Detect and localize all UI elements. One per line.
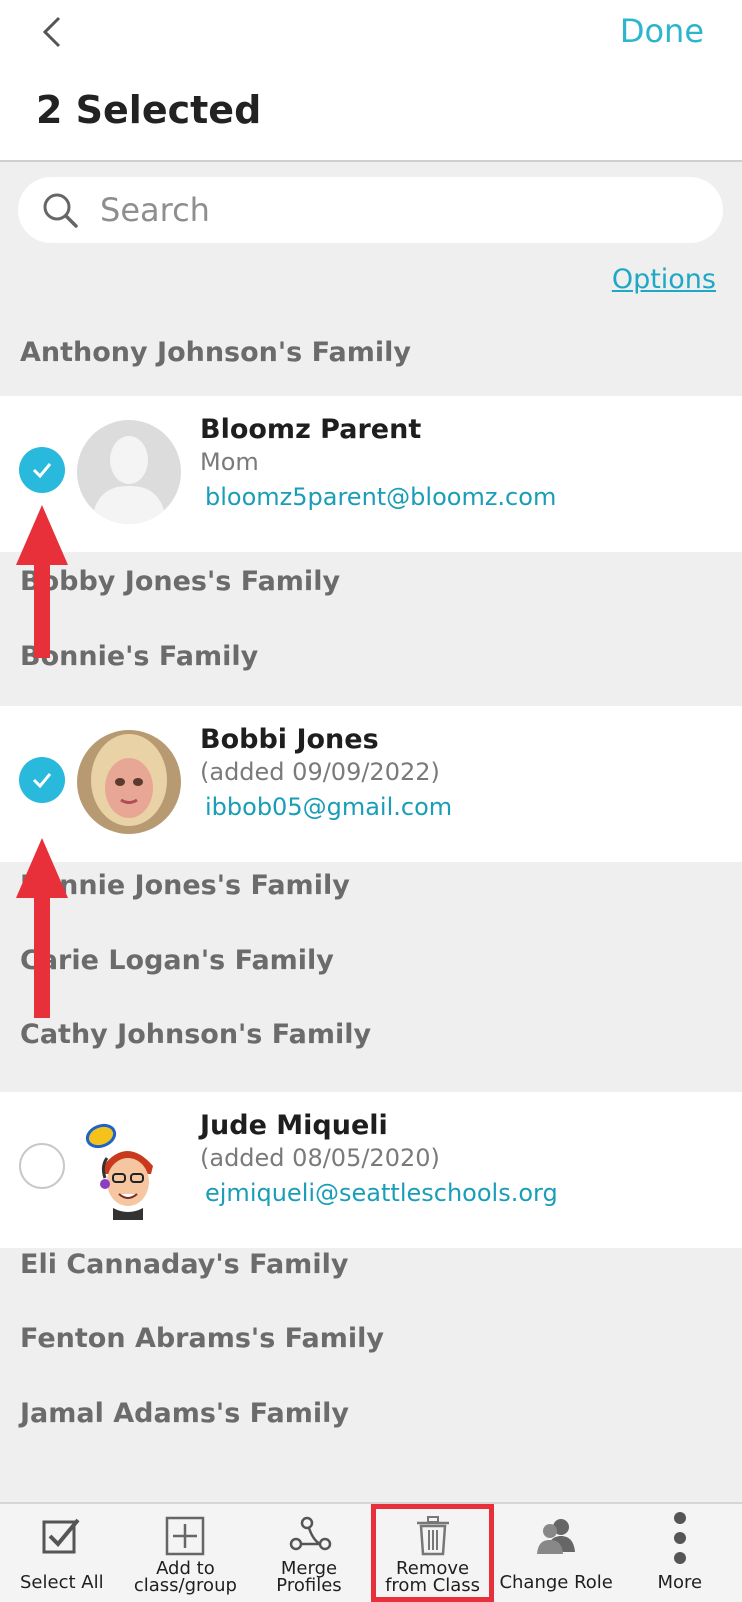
search-icon xyxy=(43,193,78,228)
family-header[interactable]: Cathy Johnson's Family xyxy=(20,1019,371,1050)
member-subtitle: (added 09/09/2022) xyxy=(200,758,440,786)
member-email[interactable]: ejmiqueli@seattleschools.org xyxy=(205,1179,558,1207)
remove-from-class-button[interactable]: Remove from Class xyxy=(370,1504,495,1602)
family-header[interactable]: Eli Cannaday's Family xyxy=(20,1249,348,1280)
done-button[interactable]: Done xyxy=(620,12,704,50)
avatar xyxy=(77,1116,181,1220)
checkbox-unchecked[interactable] xyxy=(19,1143,65,1189)
change-role-button[interactable]: Change Role xyxy=(494,1504,618,1602)
more-label: More xyxy=(657,1572,703,1593)
member-card[interactable]: Bobbi Jones (added 09/09/2022) ibbob05@g… xyxy=(0,706,742,862)
more-vertical-icon xyxy=(673,1512,686,1564)
add-square-icon xyxy=(166,1516,205,1556)
merge-label: Merge Profiles xyxy=(247,1560,371,1596)
page-title: 2 Selected xyxy=(36,88,262,132)
header: Done 2 Selected xyxy=(0,0,742,162)
change-role-label: Change Role xyxy=(499,1572,613,1593)
checkbox-checked[interactable] xyxy=(19,757,65,803)
checkmark-icon xyxy=(32,773,52,789)
search-input[interactable] xyxy=(98,190,662,230)
checkbox-check-icon xyxy=(42,1518,80,1554)
select-all-button[interactable]: Select All xyxy=(0,1504,124,1602)
back-button[interactable] xyxy=(32,12,72,52)
family-header[interactable]: Fenton Abrams's Family xyxy=(20,1323,384,1354)
search-bar[interactable] xyxy=(18,177,723,243)
bottom-toolbar: Select All Add to class/group Merge Prof… xyxy=(0,1502,742,1602)
avatar xyxy=(77,730,181,834)
member-card[interactable]: Jude Miqueli (added 08/05/2020) ejmiquel… xyxy=(0,1092,742,1248)
member-email[interactable]: bloomz5parent@bloomz.com xyxy=(205,483,556,511)
merge-profiles-button[interactable]: Merge Profiles xyxy=(247,1504,371,1602)
annotation-arrow-icon xyxy=(16,838,68,1018)
member-subtitle: Mom xyxy=(200,448,259,476)
avatar xyxy=(77,420,181,524)
member-name: Bloomz Parent xyxy=(200,414,422,445)
remove-line2: from Class xyxy=(385,1575,481,1596)
add-to-class-button[interactable]: Add to class/group xyxy=(124,1504,248,1602)
checkbox-checked[interactable] xyxy=(19,447,65,493)
add-to-line2: class/group xyxy=(133,1575,237,1596)
people-icon xyxy=(537,1519,576,1554)
add-to-label: Add to class/group xyxy=(124,1560,248,1596)
annotation-arrow-icon xyxy=(16,505,68,658)
family-header[interactable]: Jamal Adams's Family xyxy=(20,1398,349,1429)
trash-icon xyxy=(416,1516,449,1556)
family-header[interactable]: Anthony Johnson's Family xyxy=(20,337,411,368)
member-email[interactable]: ibbob05@gmail.com xyxy=(205,793,452,821)
checkmark-icon xyxy=(32,463,52,479)
chevron-left-icon xyxy=(42,16,61,48)
select-all-label: Select All xyxy=(20,1572,104,1593)
options-link[interactable]: Options xyxy=(612,264,716,295)
bitmoji-avatar-icon xyxy=(77,1116,181,1220)
member-name: Bobbi Jones xyxy=(200,724,379,755)
more-button[interactable]: More xyxy=(618,1504,742,1602)
member-subtitle: (added 08/05/2020) xyxy=(200,1144,440,1172)
cartoon-avatar-icon xyxy=(77,730,181,834)
default-avatar-icon xyxy=(77,420,181,524)
remove-label: Remove from Class xyxy=(376,1560,490,1596)
merge-line2: Profiles xyxy=(276,1575,342,1596)
member-name: Jude Miqueli xyxy=(200,1110,388,1141)
member-card[interactable]: Bloomz Parent Mom bloomz5parent@bloomz.c… xyxy=(0,396,742,552)
merge-icon xyxy=(289,1516,332,1551)
